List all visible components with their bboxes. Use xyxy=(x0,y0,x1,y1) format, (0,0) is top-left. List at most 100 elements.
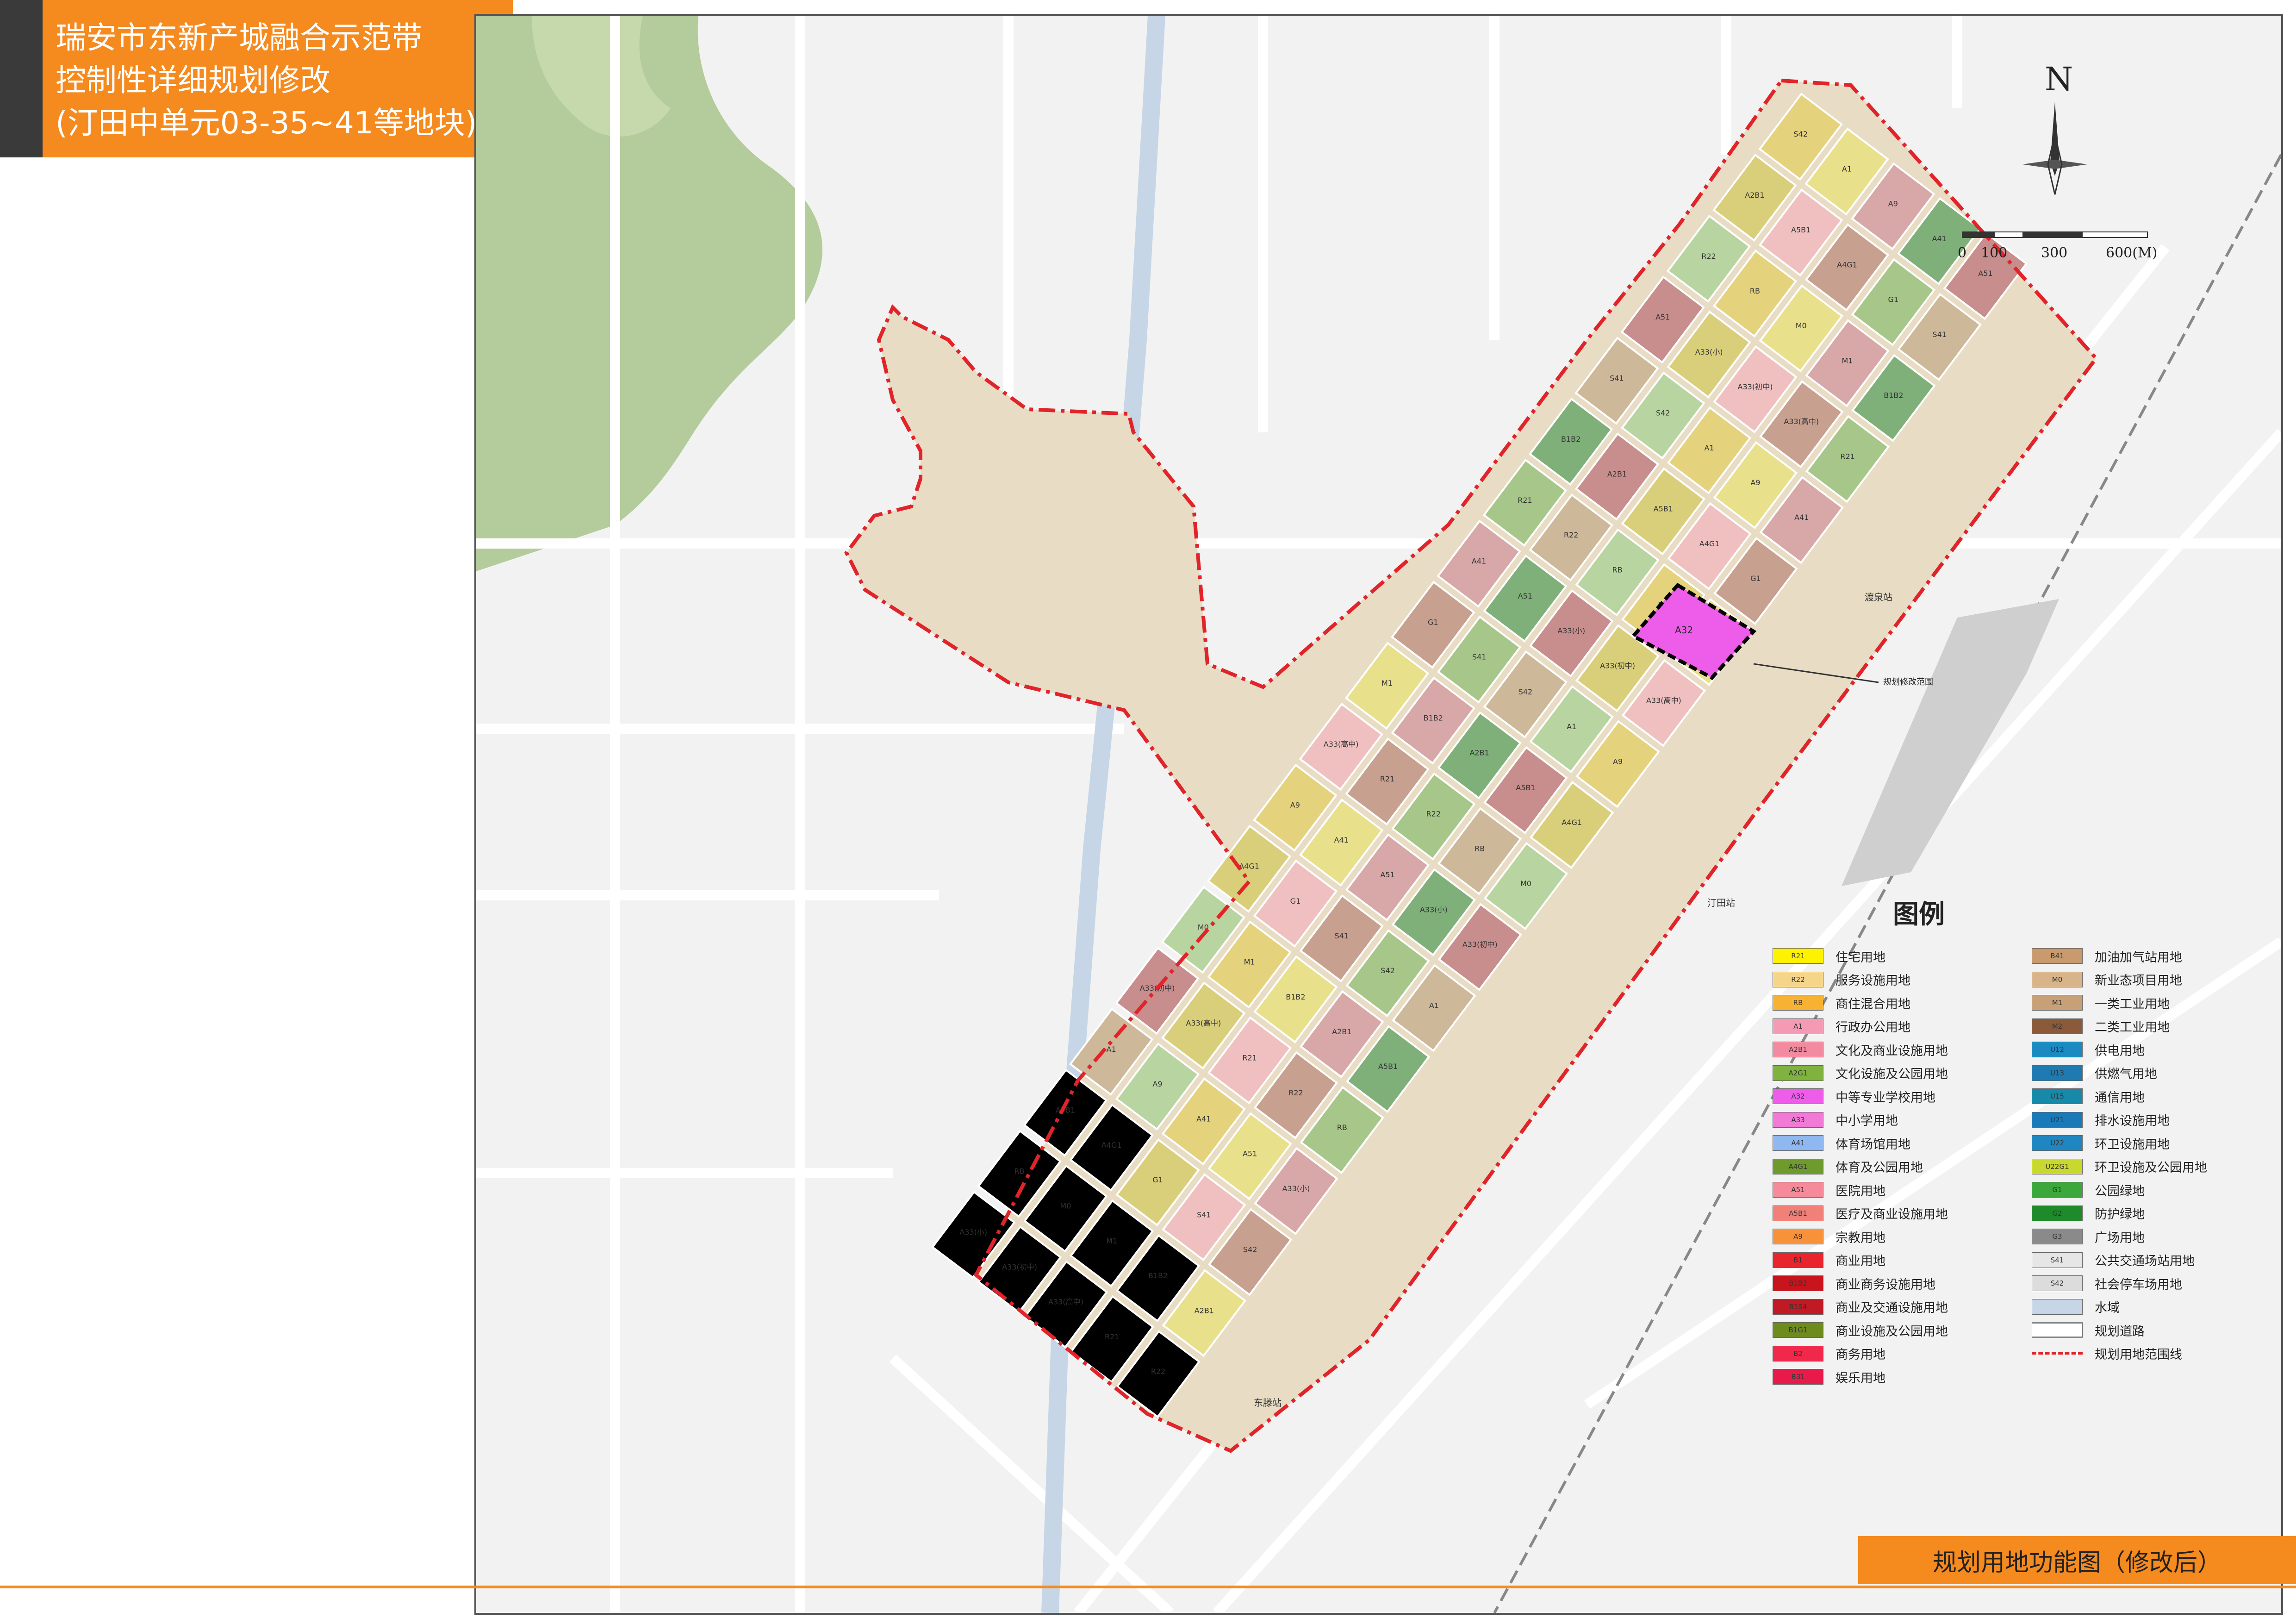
map-title: 瑞安市东新产城融合示范带 控制性详细规划修改 (汀田中单元03-35~41等地块… xyxy=(56,17,477,144)
parcel-code-label: A9 xyxy=(1888,200,1898,208)
parcel-code-label: G1 xyxy=(1428,618,1438,626)
parcel-code-label: R22 xyxy=(1701,252,1716,261)
parcel-code-label: A9 xyxy=(1290,801,1300,810)
legend-swatch: B1 xyxy=(1773,1252,1823,1268)
legend-item: B1B2 商业商务设施用地 xyxy=(1773,1272,2004,1295)
parcel-code-label: M1 xyxy=(1106,1237,1117,1245)
parcel-code-label: S42 xyxy=(1656,409,1670,418)
legend-item: G1 公园绿地 xyxy=(2032,1178,2263,1202)
parcel-code-label: A33(小) xyxy=(1557,626,1585,635)
legend-swatch: A5B1 xyxy=(1773,1205,1823,1221)
scale-tick-100: 100 xyxy=(1981,245,2008,261)
parcel-code-label: A4G1 xyxy=(1101,1141,1122,1149)
parcel-code-label: B1B2 xyxy=(1561,435,1580,443)
legend-label: 体育场馆用地 xyxy=(1836,1137,1910,1152)
parcel-code-label: R22 xyxy=(1426,809,1441,818)
parcel-code-label: A51 xyxy=(1655,313,1670,322)
parcel-code-label: A1 xyxy=(1842,164,1852,173)
legend-item: B1 商业用地 xyxy=(1773,1249,2004,1272)
parcel-code-label: A33(高中) xyxy=(1186,1018,1221,1027)
legend-swatch: U12 xyxy=(2032,1042,2083,1058)
legend-swatch: B2 xyxy=(1773,1345,1823,1362)
parcel-code-label: A33(初中) xyxy=(1002,1262,1037,1271)
parcel-code-label: B1B2 xyxy=(1884,391,1903,400)
legend-item: 水域 xyxy=(2032,1295,2263,1319)
callout-label: 规划修改范围 xyxy=(1883,677,1933,687)
parcel-code-label: A1 xyxy=(1429,1001,1439,1010)
parcel-code-label: S42 xyxy=(1381,966,1395,975)
legend-swatch: B41 xyxy=(2032,948,2083,964)
legend-item: M1 一类工业用地 xyxy=(2032,991,2263,1015)
legend-item: U21 排水设施用地 xyxy=(2032,1108,2263,1132)
legend-item: A4G1 体育及公园用地 xyxy=(1773,1155,2004,1179)
legend-label: 文化设施及公园用地 xyxy=(1836,1067,1948,1082)
scale-tick-600: 600(M) xyxy=(2106,245,2158,261)
legend-label: 环卫设施用地 xyxy=(2095,1137,2170,1152)
legend-label: 商业设施及公园用地 xyxy=(1836,1324,1948,1339)
parcel-code-label: B1B2 xyxy=(1424,713,1443,722)
legend-swatch: M1 xyxy=(2032,995,2083,1011)
legend-label: 宗教用地 xyxy=(1836,1230,1885,1245)
legend-label: 住宅用地 xyxy=(1836,950,1885,965)
legend-item: B41 加油加气站用地 xyxy=(2032,944,2263,968)
parcel-code-label: RB xyxy=(1014,1167,1025,1175)
legend-swatch xyxy=(2032,1352,2083,1355)
legend-label: 医院用地 xyxy=(1836,1184,1885,1199)
legend-item: M0 新业态项目用地 xyxy=(2032,968,2263,992)
legend-swatch xyxy=(2032,1322,2083,1338)
legend-item: R21 住宅用地 xyxy=(1773,944,2004,968)
parcel-code-label: A41 xyxy=(1932,234,1946,243)
parcel-code-label: S41 xyxy=(1472,653,1487,662)
legend-label: 公园绿地 xyxy=(2095,1184,2145,1199)
legend-label: 一类工业用地 xyxy=(2095,997,2170,1012)
legend-swatch: A41 xyxy=(1773,1135,1823,1151)
parcel-code-label: A9 xyxy=(1152,1080,1162,1088)
parcel-code-label: A33(小) xyxy=(959,1228,987,1237)
parcel-code-label: A33(高中) xyxy=(1646,696,1681,705)
legend-label: 供燃气用地 xyxy=(2095,1067,2157,1082)
parcel-code-label: A33(初中) xyxy=(1738,382,1773,391)
legend-label: 公共交通场站用地 xyxy=(2095,1254,2195,1269)
legend-label: 商住混合用地 xyxy=(1836,997,1910,1012)
parcel-code-label: A51 xyxy=(1380,870,1394,879)
parcel-code-label: S41 xyxy=(1610,374,1624,382)
parcel-code-label: A2B1 xyxy=(1607,469,1627,478)
legend-label: 环卫设施及公园用地 xyxy=(2095,1161,2207,1175)
parcel-code-label: A51 xyxy=(1518,592,1532,600)
legend-swatch: A2B1 xyxy=(1773,1042,1823,1058)
parcel-code-label: A5B1 xyxy=(1378,1062,1398,1071)
title-line-2: 控制性详细规划修改 xyxy=(56,62,330,98)
parcel-code-label: R22 xyxy=(1288,1088,1303,1097)
parcel-code-label: G1 xyxy=(1152,1175,1163,1184)
legend-item: G2 防护绿地 xyxy=(2032,1202,2263,1225)
parcel-code-label: A33(高中) xyxy=(1324,740,1359,749)
legend-swatch: M2 xyxy=(2032,1018,2083,1034)
parcel-code-label: M0 xyxy=(1796,321,1807,330)
parcel-code-label: RB xyxy=(1337,1123,1347,1132)
parcel-code-label: A51 xyxy=(1243,1149,1257,1158)
legend-swatch: U13 xyxy=(2032,1065,2083,1081)
legend-swatch: A1 xyxy=(1773,1018,1823,1034)
parcel-code-label: B1B2 xyxy=(1286,993,1305,1001)
legend-item: B31 娱乐用地 xyxy=(1773,1365,2004,1389)
legend-column-left: R21 住宅用地 R22 服务设施用地 RB 商住混合用地 A1 行政办公用地 A2B1 文化及商… xyxy=(1773,944,2004,1389)
parcel-code-label: A33(小) xyxy=(1420,905,1448,914)
parcel-code-label: R21 xyxy=(1518,496,1532,505)
parcel-code-label: R21 xyxy=(1840,452,1854,461)
title-line-3: (汀田中单元03-35~41等地块) xyxy=(56,105,477,141)
legend-swatch: S41 xyxy=(2032,1252,2083,1268)
a32-parcel-label: A32 xyxy=(1675,625,1693,636)
legend-item: S41 公共交通场站用地 xyxy=(2032,1249,2263,1272)
parcel-code-label: M1 xyxy=(1381,679,1393,687)
legend-label: 商业用地 xyxy=(1836,1254,1885,1269)
parcel-code-label: A33(高中) xyxy=(1784,417,1819,426)
legend-label: 水域 xyxy=(2095,1301,2120,1316)
legend-item: A5B1 医疗及商业设施用地 xyxy=(1773,1202,2004,1225)
legend-label: 加油加气站用地 xyxy=(2095,950,2182,965)
legend-item: G3 广场用地 xyxy=(2032,1225,2263,1249)
legend-swatch: A33 xyxy=(1773,1112,1823,1128)
legend-swatch: A2G1 xyxy=(1773,1065,1823,1081)
compass-icon xyxy=(2022,102,2087,195)
parcel-code-label: M0 xyxy=(1520,879,1531,888)
legend-label: 医疗及商业设施用地 xyxy=(1836,1207,1948,1222)
